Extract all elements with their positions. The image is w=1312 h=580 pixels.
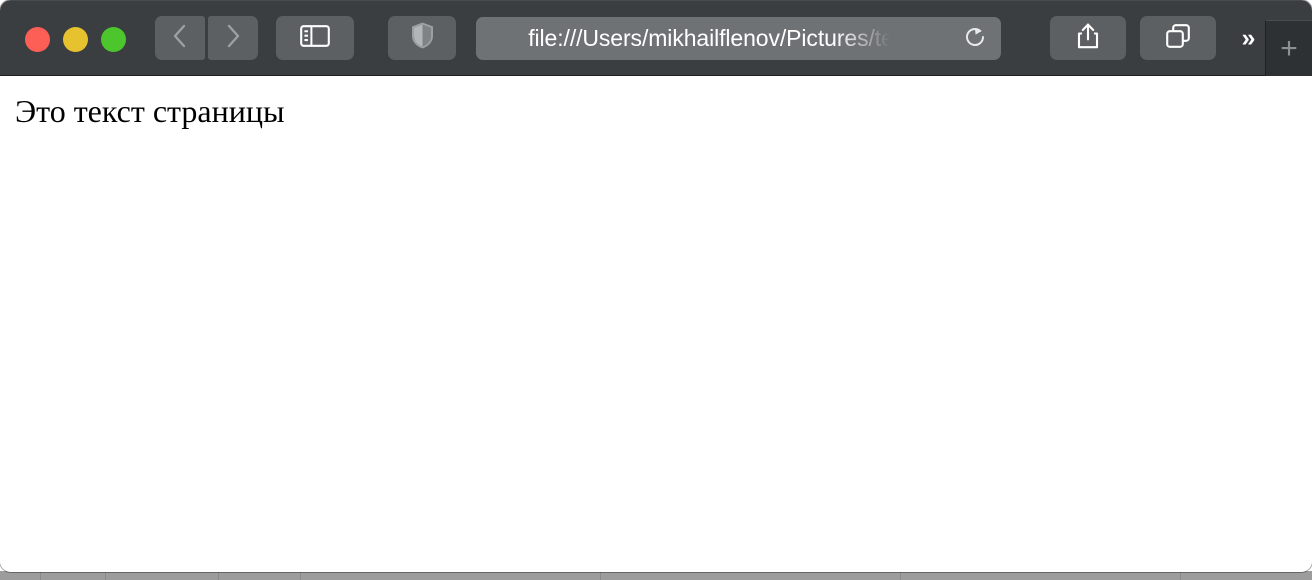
dock-separator (218, 571, 219, 580)
maximize-button[interactable] (101, 27, 126, 52)
reload-icon (962, 24, 988, 55)
address-bar[interactable]: file:///Users/mikhailflenov/Pictures/te (476, 17, 1001, 60)
browser-window: file:///Users/mikhailflenov/Pictures/te (0, 0, 1312, 572)
back-button[interactable] (155, 16, 205, 60)
dock-separator (40, 571, 41, 580)
shield-icon (411, 22, 434, 54)
address-bar-text: file:///Users/mikhailflenov/Pictures/te (528, 25, 894, 51)
sidebar-icon (300, 24, 330, 53)
dock-separator (105, 571, 106, 580)
navigation-buttons (155, 16, 258, 60)
address-bar-text-wrap: file:///Users/mikhailflenov/Pictures/te (476, 17, 946, 60)
sidebar-toggle-button[interactable] (276, 16, 354, 60)
privacy-report-button[interactable] (388, 16, 456, 60)
new-tab-panel: + (1265, 20, 1312, 77)
tab-overview-icon (1165, 23, 1191, 54)
toolbar-overflow-button[interactable]: » (1228, 22, 1266, 54)
chevron-right-icon (224, 23, 242, 54)
plus-icon: + (1280, 32, 1298, 65)
browser-toolbar: file:///Users/mikhailflenov/Pictures/te (0, 0, 1312, 77)
minimize-button[interactable] (63, 27, 88, 52)
dock-separator (900, 571, 901, 580)
share-button[interactable] (1050, 16, 1126, 60)
dock-separator (600, 571, 601, 580)
window-controls (25, 27, 126, 52)
tab-overview-button[interactable] (1140, 16, 1216, 60)
reload-button[interactable] (961, 25, 989, 53)
dock-separator (1180, 571, 1181, 580)
chevron-left-icon (171, 23, 189, 54)
share-icon (1076, 22, 1100, 55)
page-content: Это текст страницы (0, 76, 1312, 572)
close-button[interactable] (25, 27, 50, 52)
dock-separator (300, 571, 301, 580)
chevron-double-right-icon: » (1241, 23, 1256, 52)
page-body-text: Это текст страницы (15, 93, 285, 129)
new-tab-button[interactable]: + (1266, 21, 1312, 77)
dock-strip (0, 571, 1312, 580)
forward-button[interactable] (208, 16, 258, 60)
